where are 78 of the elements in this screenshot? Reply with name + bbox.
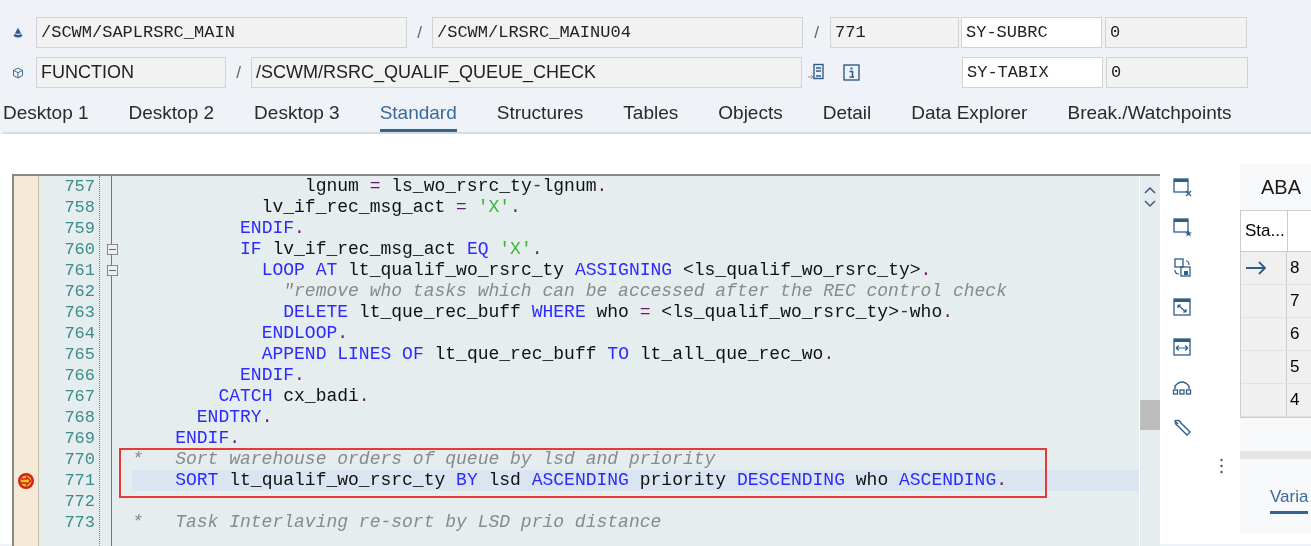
minus-icon bbox=[109, 249, 116, 250]
line-number: 764 bbox=[63, 323, 95, 344]
display-field: 771 bbox=[830, 17, 959, 48]
minus-icon bbox=[109, 270, 116, 271]
tab[interactable]: Desktop 3 bbox=[254, 97, 340, 132]
tab[interactable]: Break./Watchpoints bbox=[1067, 97, 1232, 132]
display-field: /SCWM/RSRC_QUALIF_QUEUE_CHECK bbox=[251, 57, 802, 88]
resize-window-icon[interactable] bbox=[1171, 297, 1193, 318]
line-number: 766 bbox=[63, 365, 95, 386]
code-line: CATCH cx_badi. bbox=[217, 386, 370, 407]
code-line: IF lv_if_rec_msg_act EQ 'X'. bbox=[239, 239, 543, 260]
code-line: DELETE lt_que_rec_buff WHERE who = <ls_qualif_wo_rsrc_ty>-who. bbox=[282, 302, 953, 323]
variable-value-field: 0 bbox=[1105, 17, 1247, 48]
code-line: ENDIF. bbox=[239, 218, 305, 239]
variable-name-field[interactable]: SY-SUBRC bbox=[961, 17, 1102, 48]
line-number: 769 bbox=[63, 428, 95, 449]
line-number: 763 bbox=[63, 302, 95, 323]
table-cell-text: 4 bbox=[1289, 389, 1300, 411]
display-field: /SCWM/SAPLRSRC_MAIN bbox=[36, 17, 407, 48]
code-line: lv_if_rec_msg_act = 'X'. bbox=[260, 197, 521, 218]
tab[interactable]: Desktop 1 bbox=[3, 97, 89, 132]
scroll-down-icon[interactable] bbox=[1144, 200, 1156, 208]
code-line: ENDLOOP. bbox=[260, 323, 349, 344]
scrollbar[interactable] bbox=[1139, 176, 1160, 546]
line-number: 772 bbox=[63, 491, 95, 512]
display-field: FUNCTION bbox=[36, 57, 226, 88]
line-number: 771 bbox=[63, 470, 95, 491]
collapse-toggle[interactable] bbox=[107, 265, 118, 276]
code-line: ENDIF. bbox=[174, 428, 241, 449]
line-number: 770 bbox=[63, 449, 95, 470]
code-editor[interactable] bbox=[12, 174, 1160, 546]
line-number: 761 bbox=[63, 260, 95, 281]
table-cell-text: 7 bbox=[1289, 290, 1300, 312]
line-number: 765 bbox=[63, 344, 95, 365]
line-number: 760 bbox=[63, 239, 95, 260]
window-star-icon[interactable] bbox=[1171, 217, 1193, 238]
tab[interactable]: Structures bbox=[496, 97, 584, 132]
variable-name-field[interactable]: SY-TABIX bbox=[962, 57, 1103, 88]
separator: / bbox=[813, 22, 820, 43]
table-cell-text: 6 bbox=[1289, 323, 1300, 345]
code-line: * Task Interlaving re-sort by LSD prio distance bbox=[132, 512, 662, 533]
separator: / bbox=[416, 22, 423, 43]
tab[interactable]: Detail bbox=[822, 97, 872, 132]
scroll-up-icon[interactable] bbox=[1144, 186, 1156, 194]
panel-title: ABA bbox=[1260, 175, 1303, 200]
collapse-toggle[interactable] bbox=[107, 244, 118, 255]
swap-windows-icon[interactable] bbox=[1171, 257, 1193, 278]
table-cell-text: 5 bbox=[1289, 356, 1300, 378]
code-line: APPEND LINES OF lt_que_rec_buff TO lt_all_que_rec_wo. bbox=[260, 344, 835, 365]
line-number: 768 bbox=[63, 407, 95, 428]
line-number: 773 bbox=[63, 512, 95, 533]
line-number: 758 bbox=[63, 197, 95, 218]
code-line: LOOP AT lt_qualif_wo_rsrc_ty ASSIGNING <ls_qualif_wo_rsrc_ty>. bbox=[260, 260, 932, 281]
split-horizontal-icon[interactable] bbox=[1171, 337, 1193, 358]
info-icon[interactable] bbox=[843, 64, 860, 81]
tab[interactable]: Desktop 2 bbox=[128, 97, 215, 132]
tab[interactable]: Objects bbox=[718, 97, 783, 132]
code-line: ENDTRY. bbox=[195, 407, 273, 428]
code-line: "remove who tasks which can be accessed after the REC control check bbox=[282, 281, 1007, 302]
table-cell-text: 8 bbox=[1289, 257, 1300, 279]
code-line: SORT lt_qualif_wo_rsrc_ty BY lsd ASCENDING priority DESCENDING who ASCENDING. bbox=[174, 470, 1008, 491]
tab[interactable]: Tables bbox=[623, 97, 679, 132]
close-window-icon[interactable] bbox=[1171, 177, 1193, 198]
column-header[interactable]: Sta... bbox=[1241, 211, 1288, 251]
display-field: /SCWM/LRSRC_MAINU04 bbox=[432, 17, 803, 48]
code-line: ENDIF. bbox=[239, 365, 305, 386]
line-number: 762 bbox=[63, 281, 95, 302]
scroll-thumb[interactable] bbox=[1140, 400, 1160, 430]
code-line: lgnum = ls_wo_rsrc_ty-lgnum. bbox=[303, 176, 608, 197]
line-number: 757 bbox=[63, 176, 95, 197]
variable-value-field: 0 bbox=[1106, 57, 1248, 88]
separator: / bbox=[235, 62, 242, 83]
tab[interactable]: Varia bbox=[1270, 487, 1309, 514]
splitter-handle-icon[interactable] bbox=[1219, 458, 1223, 474]
line-number: 759 bbox=[63, 218, 95, 239]
tab[interactable]: Data Explorer bbox=[911, 97, 1028, 132]
code-line: * Sort warehouse orders of queue by lsd and priority bbox=[132, 449, 716, 470]
line-number: 767 bbox=[63, 386, 95, 407]
